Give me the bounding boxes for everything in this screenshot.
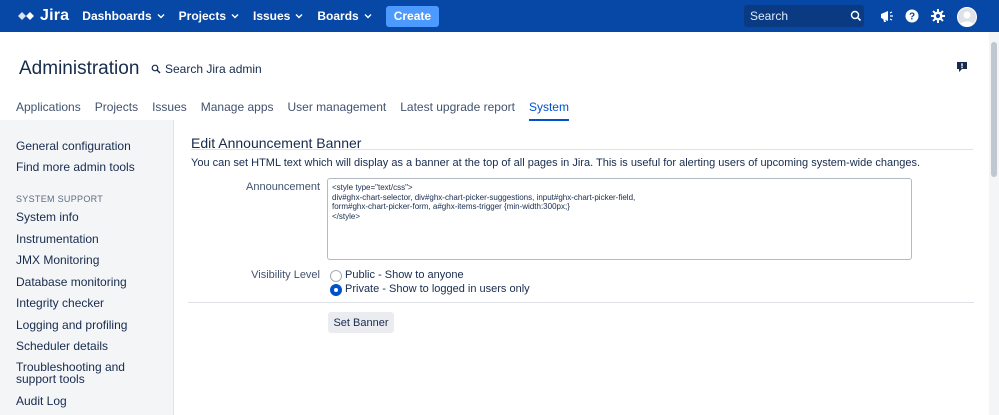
admin-tabs: Applications Projects Issues Manage apps… [16, 100, 583, 121]
search-icon[interactable] [850, 10, 862, 22]
sidebar-item-scheduler-details[interactable]: Scheduler details [16, 339, 108, 353]
tab-latest-upgrade-report[interactable]: Latest upgrade report [400, 100, 515, 121]
nav-dashboards-label: Dashboards [82, 9, 152, 23]
chevron-down-icon [231, 14, 239, 19]
visibility-public-label[interactable]: Public - Show to anyone [345, 269, 464, 281]
chevron-down-icon [364, 14, 372, 19]
sidebar-item-logging-and-profiling[interactable]: Logging and profiling [16, 318, 127, 332]
announcement-field[interactable]: <style type="text/css"> div#ghx-chart-se… [327, 178, 912, 260]
jira-logo-text: Jira [40, 7, 70, 24]
avatar[interactable] [957, 7, 977, 27]
visibility-public-radio[interactable] [330, 270, 342, 282]
tab-manage-apps[interactable]: Manage apps [201, 100, 274, 121]
chevron-down-icon [295, 14, 303, 19]
tab-projects[interactable]: Projects [95, 100, 138, 121]
page-title: Administration [19, 58, 140, 79]
sidebar-item-jmx-monitoring[interactable]: JMX Monitoring [16, 253, 99, 267]
chevron-down-icon [157, 14, 165, 19]
user-avatar-icon [960, 11, 974, 26]
visibility-private-radio[interactable] [330, 284, 342, 296]
search-admin-link[interactable]: Search Jira admin [151, 62, 262, 76]
announcement-label: Announcement [246, 181, 320, 193]
visibility-level-label: Visibility Level [251, 269, 320, 281]
sidebar-item-system-info[interactable]: System info [16, 210, 79, 224]
search-input[interactable] [744, 8, 848, 24]
sidebar-item-integrity-checker[interactable]: Integrity checker [16, 296, 104, 310]
announcement-textarea[interactable]: <style type="text/css"> div#ghx-chart-se… [330, 181, 911, 259]
help-icon[interactable]: ? [904, 8, 920, 24]
section-description: You can set HTML text which will display… [191, 157, 921, 169]
nav-boards[interactable]: Boards [310, 9, 378, 23]
tab-system[interactable]: System [528, 100, 569, 121]
scrollbar-thumb[interactable] [991, 42, 997, 177]
nav-projects[interactable]: Projects [172, 9, 246, 23]
nav-boards-label: Boards [317, 9, 359, 23]
tab-issues[interactable]: Issues [152, 100, 187, 121]
sidebar-item-database-monitoring[interactable]: Database monitoring [16, 275, 127, 289]
create-button[interactable]: Create [385, 5, 440, 27]
megaphone-icon[interactable] [879, 8, 895, 24]
jira-logo[interactable]: Jira [16, 6, 69, 26]
sidebar-section-heading: SYSTEM SUPPORT [16, 194, 104, 204]
tab-applications[interactable]: Applications [16, 100, 81, 121]
sidebar-item-instrumentation[interactable]: Instrumentation [16, 232, 99, 246]
sidebar-item-audit-log[interactable]: Audit Log [16, 394, 67, 408]
sidebar-item-general-configuration[interactable]: General configuration [16, 139, 131, 153]
title-divider [191, 149, 973, 150]
form-divider [188, 302, 974, 303]
jira-logo-icon [18, 8, 34, 24]
sidebar-item-find-more-admin-tools[interactable]: Find more admin tools [16, 160, 135, 174]
sidebar-item-troubleshooting-and-support-tools[interactable]: Troubleshooting and support tools [16, 361, 161, 385]
nav-dashboards[interactable]: Dashboards [75, 9, 171, 23]
svg-text:?: ? [909, 12, 915, 23]
search-icon [151, 64, 161, 74]
nav-issues[interactable]: Issues [246, 9, 310, 23]
feedback-icon[interactable] [956, 61, 968, 73]
search-admin-label: Search Jira admin [165, 62, 262, 76]
tab-user-management[interactable]: User management [288, 100, 387, 121]
global-search[interactable] [744, 5, 864, 27]
visibility-private-label[interactable]: Private - Show to logged in users only [345, 283, 530, 295]
set-banner-button[interactable]: Set Banner [328, 312, 394, 333]
gear-icon[interactable] [930, 8, 946, 24]
nav-projects-label: Projects [178, 9, 226, 23]
nav-issues-label: Issues [253, 9, 291, 23]
